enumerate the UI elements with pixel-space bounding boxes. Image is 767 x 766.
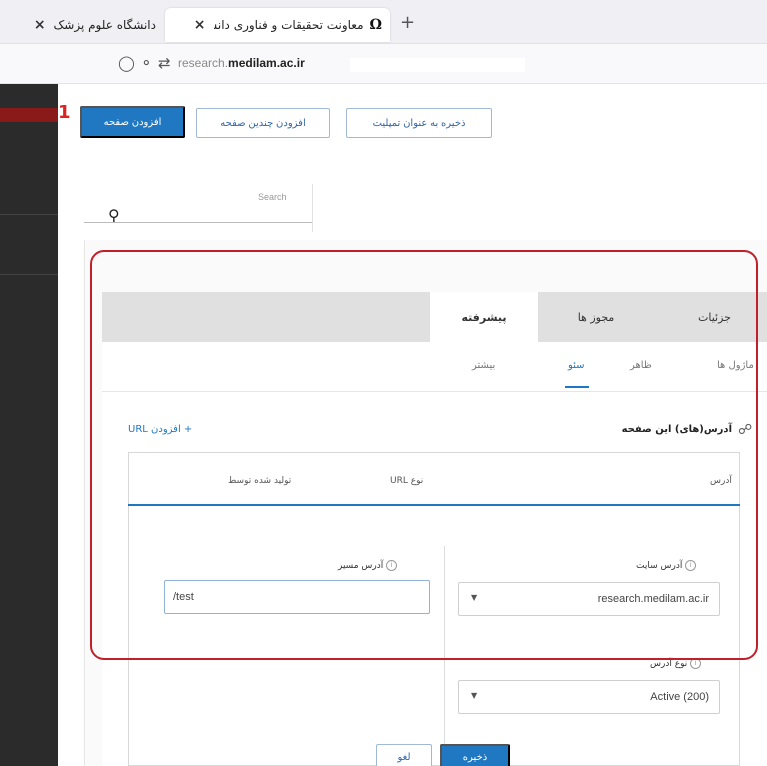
address-type-select[interactable]: Active (200) ▼: [458, 680, 720, 714]
site-address-select[interactable]: research.medilam.ac.ir ▼: [458, 582, 720, 616]
browser-tab-research[interactable]: Ω معاونت تحقیقات و فناوری دانشگ ×: [165, 8, 390, 42]
add-multiple-pages-button[interactable]: افزودن چندین صفحه: [196, 108, 330, 138]
browser-tab-title: معاونت تحقیقات و فناوری دانشگ: [214, 18, 364, 32]
tab-details[interactable]: جزئیات: [662, 292, 767, 342]
subtab-modules[interactable]: ماژول ها: [717, 360, 754, 371]
add-url-button[interactable]: + افزودن URL: [128, 424, 192, 435]
caret-down-icon: ▼: [471, 593, 478, 602]
url-table-header: آدرس نوع URL تولید شده توسط: [128, 452, 740, 506]
advanced-subtabs: ماژول ها ظاهر سئو بیشتر: [102, 342, 767, 392]
cancel-button[interactable]: لغو: [376, 744, 432, 766]
selected-value: Active (200): [650, 691, 709, 703]
address-type-label: i نوع آدرس: [650, 658, 707, 669]
info-icon[interactable]: i: [386, 560, 398, 571]
info-icon[interactable]: i: [685, 560, 697, 571]
new-tab-button[interactable]: +: [400, 12, 415, 33]
search-underline: [84, 222, 312, 223]
path-input[interactable]: /test: [164, 580, 430, 614]
sidebar-active-item[interactable]: [0, 108, 58, 122]
admin-sidebar: [0, 84, 58, 766]
browser-tab-university[interactable]: دانشگاه علوم پزشک ×: [0, 8, 160, 42]
save-button[interactable]: ذخیره: [440, 744, 510, 766]
lock-icon[interactable]: ⚬: [140, 54, 153, 72]
column-header-generated-by[interactable]: تولید شده توسط: [228, 476, 291, 486]
caret-down-icon: ▼: [471, 691, 478, 700]
divider: [312, 184, 313, 232]
permissions-icon[interactable]: ⇄: [158, 54, 171, 72]
close-icon[interactable]: ×: [34, 17, 46, 33]
info-icon[interactable]: i: [690, 658, 702, 669]
column-header-address[interactable]: آدرس: [710, 476, 732, 486]
tab-permissions[interactable]: مجوز ها: [540, 292, 652, 342]
browser-tab-title: دانشگاه علوم پزشک: [53, 18, 156, 32]
site-favicon-icon: Ω: [369, 17, 382, 33]
link-icon: ☍: [738, 422, 753, 438]
browser-tab-bar: دانشگاه علوم پزشک × Ω معاونت تحقیقات و ف…: [0, 0, 767, 44]
shield-icon[interactable]: ◯: [118, 54, 135, 72]
search-input[interactable]: Search: [258, 192, 287, 202]
url-redaction: [350, 58, 525, 72]
url-text[interactable]: research.medilam.ac.ir: [178, 56, 305, 70]
step-marker: 1: [58, 102, 71, 123]
site-address-label: i آدرس سایت: [636, 560, 702, 571]
tab-advanced[interactable]: پیشرفته: [430, 292, 538, 342]
subtab-appearance[interactable]: ظاهر: [630, 360, 652, 371]
subtab-seo[interactable]: سئو: [568, 360, 585, 371]
section-heading: آدرس(های) این صفحه: [621, 424, 732, 435]
close-icon[interactable]: ×: [194, 17, 206, 33]
subtab-more[interactable]: بیشتر: [472, 360, 495, 371]
sidebar-divider: [0, 274, 58, 275]
column-header-url-type[interactable]: نوع URL: [390, 476, 423, 486]
save-as-template-button[interactable]: ذخیره به عنوان تمپلیت: [346, 108, 492, 138]
subtab-active-indicator: [565, 386, 589, 388]
add-page-button[interactable]: افزودن صفحه: [80, 106, 185, 138]
form-divider: [444, 546, 445, 766]
settings-tabs: جزئیات مجوز ها پیشرفته: [102, 292, 767, 342]
selected-value: research.medilam.ac.ir: [597, 593, 709, 605]
address-bar[interactable]: ◯ ⚬ ⇄ research.medilam.ac.ir: [0, 44, 767, 84]
path-label: i آدرس مسیر: [338, 560, 403, 571]
sidebar-divider: [0, 214, 58, 215]
